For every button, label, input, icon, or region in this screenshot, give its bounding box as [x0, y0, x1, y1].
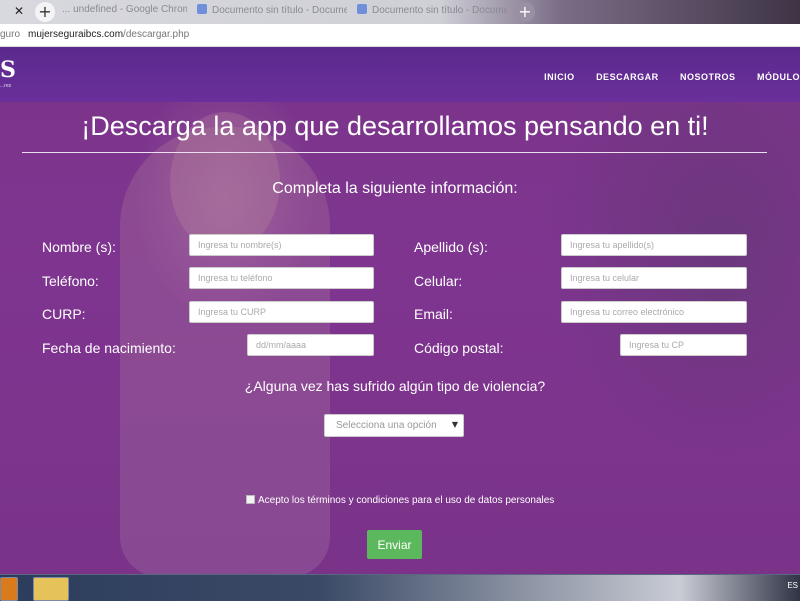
violence-select[interactable]: Selecciona una opción ▼ — [324, 414, 464, 437]
nav-links: INICIO DESCARGAR NOSOTROS MÓDULO — [527, 67, 800, 85]
page-content: S ...res INICIO DESCARGAR NOSOTROS MÓDUL… — [0, 47, 800, 574]
nav-descargar[interactable]: DESCARGAR — [596, 72, 659, 82]
celular-input[interactable] — [561, 267, 747, 289]
browser-tab-bar: ✕ + ... undefined - Google Chrome Docume… — [0, 0, 800, 24]
close-tab-icon[interactable]: ✕ — [14, 4, 24, 18]
file-explorer-icon[interactable] — [33, 577, 69, 601]
submit-button[interactable]: Enviar — [367, 530, 422, 559]
codigo-postal-input[interactable] — [620, 334, 747, 356]
security-status: guro — [0, 29, 21, 40]
nav-nosotros[interactable]: NOSOTROS — [680, 72, 736, 82]
browser-tab[interactable]: Documento sin título - Docume — [357, 4, 507, 21]
cp-label: Código postal: — [414, 340, 504, 356]
docs-favicon-icon — [197, 4, 207, 14]
curp-label: CURP: — [42, 306, 86, 322]
celular-label: Celular: — [414, 273, 463, 289]
fecha-nacimiento-input[interactable] — [247, 334, 374, 356]
new-tab-button[interactable]: + — [35, 2, 55, 22]
violence-question: ¿Alguna vez has sufrido algún tipo de vi… — [244, 378, 546, 394]
form-subtitle: Completa la siguiente información: — [272, 180, 518, 197]
url-domain: mujerseguraibcs.com — [28, 29, 124, 40]
tab-title: ... undefined - Google Chrome — [62, 4, 187, 15]
media-player-icon[interactable] — [0, 577, 18, 601]
address-bar[interactable]: guro mujerseguraibcs.com/descargar.php — [0, 24, 800, 47]
terms-checkbox[interactable] — [246, 495, 255, 504]
terms-row: Acepto los términos y condiciones para e… — [246, 495, 554, 506]
terms-label: Acepto los términos y condiciones para e… — [258, 495, 555, 506]
curp-input[interactable] — [189, 301, 374, 323]
dropdown-caret-icon: ▼ — [451, 420, 458, 429]
nav-modulo[interactable]: MÓDULO — [757, 72, 800, 82]
apellido-input[interactable] — [561, 234, 747, 256]
select-value: Selecciona una opción — [336, 420, 437, 431]
logo-tagline: ...res — [0, 83, 12, 89]
divider — [22, 152, 767, 153]
fecha-label: Fecha de nacimiento: — [42, 340, 176, 356]
url-path: /descargar.php — [123, 29, 190, 40]
logo-mark: S — [0, 57, 16, 83]
telefono-input[interactable] — [189, 267, 374, 289]
docs-favicon-icon — [357, 4, 367, 14]
browser-tab[interactable]: Documento sin título - Docume — [197, 4, 347, 21]
telefono-label: Teléfono: — [42, 273, 99, 289]
new-tab-icon[interactable]: + — [515, 2, 535, 22]
site-navbar: S ...res INICIO DESCARGAR NOSOTROS MÓDUL… — [0, 47, 800, 102]
page-title: ¡Descarga la app que desarrollamos pensa… — [81, 111, 709, 141]
email-label: Email: — [414, 306, 453, 322]
email-input[interactable] — [561, 301, 747, 323]
apellido-label: Apellido (s): — [414, 239, 488, 255]
language-indicator[interactable]: ES — [787, 581, 798, 590]
browser-tab[interactable]: ... undefined - Google Chrome — [62, 4, 187, 21]
tab-title: Documento sin título - Docume — [212, 5, 347, 16]
nombre-input[interactable] — [189, 234, 374, 256]
site-logo[interactable]: S ...res — [0, 57, 16, 89]
nav-inicio[interactable]: INICIO — [544, 72, 575, 82]
url-text[interactable]: mujerseguraibcs.com/descargar.php — [28, 29, 189, 40]
tab-title: Documento sin título - Docume — [372, 5, 507, 16]
nombre-label: Nombre (s): — [42, 239, 116, 255]
os-taskbar: ES — [0, 574, 800, 601]
